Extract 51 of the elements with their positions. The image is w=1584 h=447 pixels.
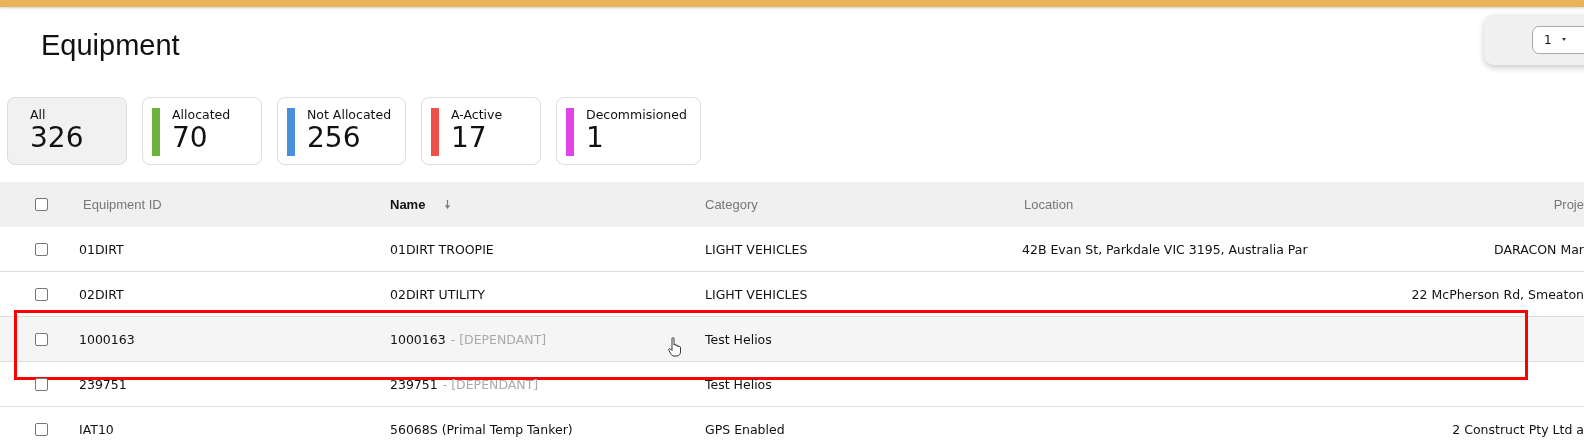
caret-icon — [1561, 37, 1566, 42]
table-cell: 22 McPherson Rd, Smeaton — [1411, 286, 1584, 302]
page-select[interactable]: 1 — [1532, 25, 1584, 54]
table-cell: 01DIRT — [79, 241, 124, 257]
table-cell: LIGHT VEHICLES — [705, 286, 808, 302]
dependant-tag: - [DEPENDANT] — [442, 376, 539, 392]
filter-card[interactable]: All 326 — [7, 97, 127, 165]
filter-count: 70 — [172, 122, 208, 154]
table-cell: Test Helios — [705, 376, 772, 392]
column-header[interactable]: Category — [705, 197, 758, 212]
checkbox[interactable] — [35, 242, 48, 256]
dependant-tag: - [DEPENDANT] — [450, 331, 547, 347]
table-cell: 239751 — [79, 376, 127, 392]
filter-card[interactable]: Not Allocated 256 — [277, 97, 406, 165]
checkbox[interactable] — [35, 422, 48, 436]
filter-count: 256 — [307, 122, 361, 154]
filter-label: Decommisioned — [586, 107, 687, 122]
column-header[interactable]: Location — [1024, 197, 1074, 212]
filter-label: All — [30, 107, 46, 122]
filter-card[interactable]: A-Active 17 — [421, 97, 541, 165]
table-cell: 1000163 — [79, 331, 135, 347]
filter-count: 17 — [451, 122, 487, 154]
table-cell: 2 Construct Pty Ltd a — [1452, 421, 1584, 437]
checkbox[interactable] — [35, 198, 48, 211]
table-cell: LIGHT VEHICLES — [705, 241, 808, 257]
table-cell: 1000163 — [390, 331, 446, 347]
table-cell: 239751 — [390, 376, 438, 392]
filter-count: 1 — [586, 122, 604, 154]
hand-cursor-icon — [668, 337, 682, 357]
table-cell: 42B Evan St, Parkdale VIC 3195, Australia Par — [1022, 241, 1308, 257]
column-header[interactable]: Name — [390, 197, 426, 212]
filter-label: Allocated — [172, 107, 231, 122]
sort-arrow-icon[interactable] — [445, 200, 451, 209]
table-cell: 56068S (Primal Temp Tanker) — [390, 421, 573, 437]
filter-card[interactable]: Decommisioned 1 — [556, 97, 701, 165]
filter-label: Not Allocated — [307, 107, 392, 122]
checkbox[interactable] — [35, 287, 48, 301]
page-title: Equipment — [41, 28, 180, 63]
filter-count: 326 — [30, 122, 84, 154]
checkbox[interactable] — [35, 332, 48, 346]
table-cell: DARACON Mar — [1494, 241, 1584, 257]
table-cell: GPS Enabled — [705, 421, 785, 437]
column-header[interactable]: Equipment ID — [83, 197, 162, 212]
filter-label: A-Active — [451, 107, 503, 122]
table-cell: IAT10 — [79, 421, 114, 437]
table-cell: 01DIRT TROOPIE — [390, 241, 494, 257]
filter-card[interactable]: Allocated 70 — [142, 97, 262, 165]
table-cell: 02DIRT UTILITY — [390, 286, 485, 302]
column-header[interactable]: Proje — [1553, 197, 1584, 212]
table-cell: Test Helios — [705, 331, 772, 347]
table-cell: 02DIRT — [79, 286, 124, 302]
